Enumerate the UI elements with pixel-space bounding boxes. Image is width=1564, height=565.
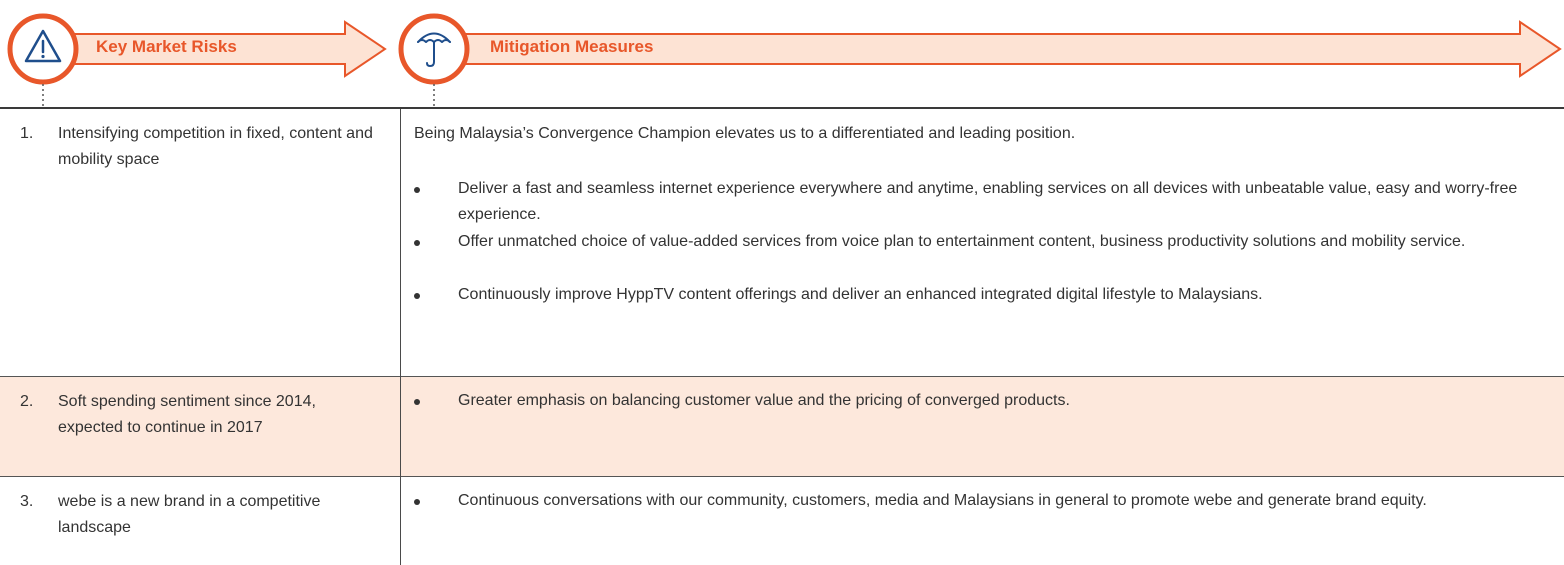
mitigation-bullet: Continuous conversations with our commun…: [458, 492, 1427, 509]
mitigation-header-label: Mitigation Measures: [490, 37, 654, 56]
risks-header-label: Key Market Risks: [96, 37, 237, 56]
mitigation-intro: Being Malaysia’s Convergence Champion el…: [414, 125, 1076, 142]
bullet-icon: [414, 240, 420, 246]
risk-number: 3.: [20, 493, 34, 510]
risk-text: Soft spending sentiment since 2014, expe…: [58, 393, 316, 436]
bullet-icon: [414, 187, 420, 193]
mitigation-bullet: Continuously improve HyppTV content offe…: [458, 286, 1263, 303]
bullet-icon: [414, 499, 420, 505]
mitigation-bullet: Greater emphasis on balancing customer v…: [458, 392, 1070, 409]
mitigation-bullet: Deliver a fast and seamless internet exp…: [458, 180, 1518, 223]
row-separator: [0, 476, 1564, 477]
header-rule: [0, 107, 1564, 109]
mitigation-bullet: Offer unmatched choice of value-added se…: [458, 233, 1466, 250]
column-divider: [400, 109, 401, 565]
bullet-icon: [414, 399, 420, 405]
bullet-icon: [414, 293, 420, 299]
row-separator: [0, 376, 1564, 377]
risk-text: webe is a new brand in a competitive lan…: [58, 493, 321, 536]
risk-number: 1.: [20, 125, 34, 142]
risk-text: Intensifying competition in fixed, conte…: [58, 125, 373, 168]
risk-number: 2.: [20, 393, 34, 410]
